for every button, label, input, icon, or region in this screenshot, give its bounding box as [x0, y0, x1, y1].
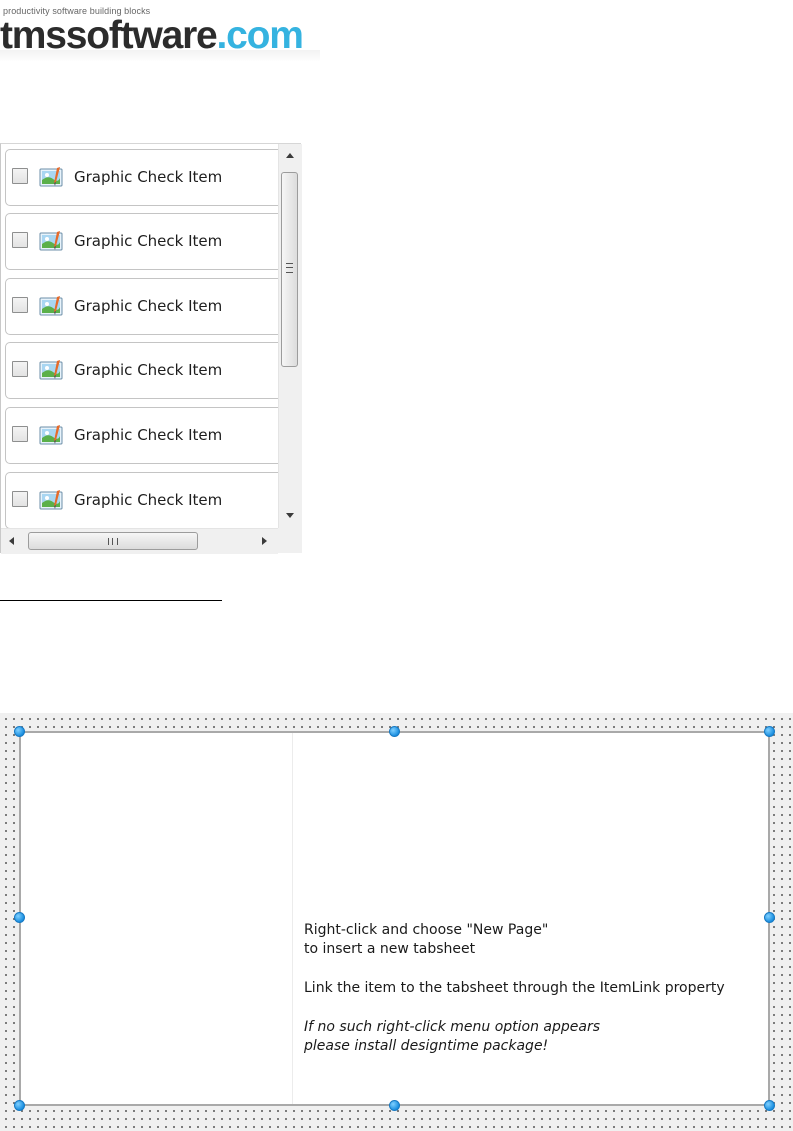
scroll-up-arrow-icon[interactable]: [286, 153, 294, 158]
picture-icon: [39, 490, 63, 510]
resize-handle-right[interactable]: [764, 912, 775, 923]
picture-icon: [39, 296, 63, 316]
picture-icon: [39, 231, 63, 251]
picture-icon: [39, 167, 63, 187]
checkbox[interactable]: [12, 232, 28, 248]
resize-handle-top-right[interactable]: [764, 726, 775, 737]
check-item[interactable]: Graphic Check Item: [5, 278, 278, 335]
horizontal-scrollbar[interactable]: [1, 528, 278, 554]
scroll-right-arrow-icon[interactable]: [262, 537, 267, 545]
warning-line: If no such right-click menu option appea…: [304, 1019, 601, 1035]
checkbox[interactable]: [12, 361, 28, 377]
check-item-label: Graphic Check Item: [74, 491, 223, 509]
check-item-label: Graphic Check Item: [74, 168, 223, 186]
scroll-left-arrow-icon[interactable]: [9, 537, 14, 545]
picture-icon: [39, 425, 63, 445]
page-control-frame[interactable]: Right-click and choose "New Page" to ins…: [19, 731, 770, 1106]
check-item[interactable]: Graphic Check Item: [5, 213, 278, 270]
check-item-label: Graphic Check Item: [74, 297, 223, 315]
resize-handle-bottom-right[interactable]: [764, 1100, 775, 1111]
checkbox[interactable]: [12, 491, 28, 507]
check-item-list: Graphic Check Item Graphic Check Item Gr…: [1, 144, 278, 528]
graphic-check-list[interactable]: Graphic Check Item Graphic Check Item Gr…: [0, 143, 302, 554]
form-designer-surface[interactable]: Right-click and choose "New Page" to ins…: [0, 713, 793, 1131]
vertical-scroll-thumb[interactable]: [281, 172, 298, 367]
horizontal-scroll-thumb[interactable]: [28, 532, 198, 550]
check-item[interactable]: Graphic Check Item: [5, 149, 278, 206]
vertical-scrollbar[interactable]: [278, 144, 302, 528]
checkbox[interactable]: [12, 426, 28, 442]
logo-reflection: [0, 50, 320, 62]
instruction-line: Link the item to the tabsheet through th…: [304, 980, 725, 996]
warning-line: please install designtime package!: [304, 1038, 549, 1054]
resize-handle-top-left[interactable]: [14, 726, 25, 737]
check-item[interactable]: Graphic Check Item: [5, 472, 278, 528]
check-item-label: Graphic Check Item: [74, 426, 223, 444]
item-list-pane[interactable]: [21, 733, 293, 1104]
checkbox[interactable]: [12, 168, 28, 184]
grip-icon: [108, 538, 118, 545]
resize-handle-top[interactable]: [389, 726, 400, 737]
resize-handle-left[interactable]: [14, 912, 25, 923]
instruction-line: to insert a new tabsheet: [304, 941, 476, 957]
tmssoftware-logo: productivity software building blocks tm…: [0, 4, 330, 64]
check-item[interactable]: Graphic Check Item: [5, 342, 278, 399]
grip-icon: [286, 263, 293, 273]
resize-handle-bottom-left[interactable]: [14, 1100, 25, 1111]
scroll-down-arrow-icon[interactable]: [286, 513, 294, 518]
check-item-label: Graphic Check Item: [74, 361, 223, 379]
scrollbar-corner: [278, 528, 302, 553]
designer-instructions: Right-click and choose "New Page" to ins…: [304, 921, 725, 1056]
picture-icon: [39, 360, 63, 380]
check-item-label: Graphic Check Item: [74, 232, 223, 250]
instruction-line: Right-click and choose "New Page": [304, 922, 549, 938]
resize-handle-bottom[interactable]: [389, 1100, 400, 1111]
separator-line: [0, 600, 222, 601]
checkbox[interactable]: [12, 297, 28, 313]
check-item[interactable]: Graphic Check Item: [5, 407, 278, 464]
